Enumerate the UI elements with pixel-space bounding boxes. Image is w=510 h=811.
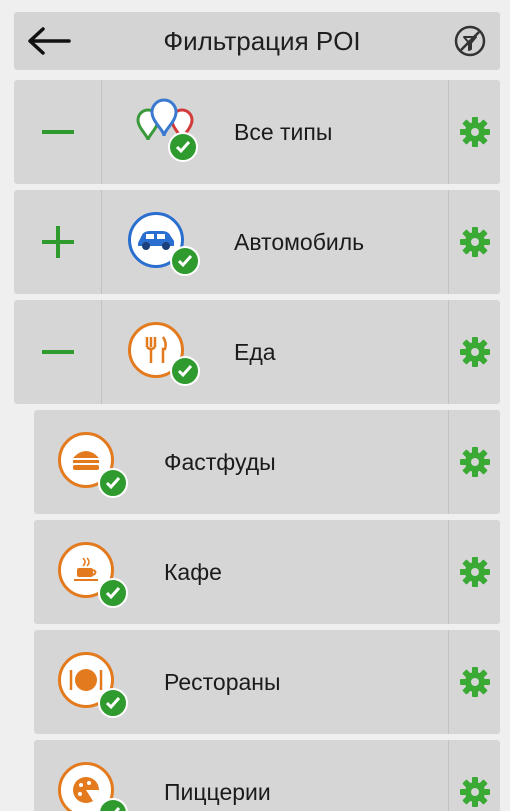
checked-icon	[98, 578, 128, 608]
pizza-icon	[73, 777, 100, 803]
gear-icon	[459, 447, 490, 477]
plus-icon	[41, 226, 74, 258]
collapse-button[interactable]	[14, 80, 102, 184]
collapse-button[interactable]	[14, 300, 102, 404]
category-row-food[interactable]: Еда	[14, 300, 500, 404]
gear-icon	[459, 337, 490, 367]
coffee-icon	[74, 557, 98, 581]
category-row-car[interactable]: Автомобиль	[14, 190, 500, 294]
burger-icon	[73, 451, 99, 470]
checked-icon	[98, 688, 128, 718]
subcategory-row-restaurants[interactable]: Рестораны	[34, 630, 500, 734]
settings-button[interactable]	[448, 740, 500, 811]
minus-icon	[41, 130, 74, 134]
gear-icon	[459, 227, 490, 257]
gear-icon	[459, 667, 490, 697]
category-row-all[interactable]: Все типы	[14, 80, 500, 184]
minus-icon	[41, 350, 74, 354]
back-button[interactable]	[14, 12, 84, 70]
subcategory-label: Рестораны	[164, 668, 281, 695]
category-label: Еда	[234, 338, 276, 365]
gear-icon	[459, 117, 490, 147]
gear-icon	[459, 557, 490, 587]
category-icon-food	[124, 312, 204, 392]
subcategory-icon-fastfood	[58, 422, 148, 502]
category-label: Автомобиль	[234, 228, 365, 255]
subcategory-icon-pizza	[58, 752, 148, 811]
subcategory-label: Фастфуды	[164, 448, 276, 475]
settings-button[interactable]	[448, 300, 500, 404]
checked-icon	[170, 356, 200, 386]
settings-button[interactable]	[448, 410, 500, 514]
settings-button[interactable]	[448, 80, 500, 184]
title-bar: Фильтрация POI	[14, 12, 500, 70]
plate-icon	[69, 669, 103, 691]
category-label: Все типы	[234, 118, 333, 145]
subcategory-row-fastfood[interactable]: Фастфуды	[34, 410, 500, 514]
category-icon-car	[124, 202, 204, 282]
subcategory-icon-restaurants	[58, 642, 148, 722]
gear-icon	[459, 777, 490, 807]
subcategory-row-pizza[interactable]: Пиццерии	[34, 740, 500, 811]
subcategory-row-cafe[interactable]: Кафе	[34, 520, 500, 624]
arrow-left-icon	[28, 27, 71, 55]
expand-button[interactable]	[14, 190, 102, 294]
cutlery-icon	[145, 336, 167, 363]
category-icon-all	[124, 92, 204, 172]
subcategory-label: Пиццерии	[164, 778, 271, 805]
subcategory-label: Кафе	[164, 558, 222, 585]
settings-button[interactable]	[448, 520, 500, 624]
car-icon	[138, 231, 174, 250]
no-filter-icon	[454, 25, 486, 57]
clear-filter-button[interactable]	[440, 12, 500, 70]
settings-button[interactable]	[448, 190, 500, 294]
checked-icon	[170, 246, 200, 276]
page-title: Фильтрация POI	[163, 25, 361, 56]
subcategory-icon-cafe	[58, 532, 148, 612]
checked-icon	[168, 132, 198, 162]
checked-icon	[98, 468, 128, 498]
settings-button[interactable]	[448, 630, 500, 734]
